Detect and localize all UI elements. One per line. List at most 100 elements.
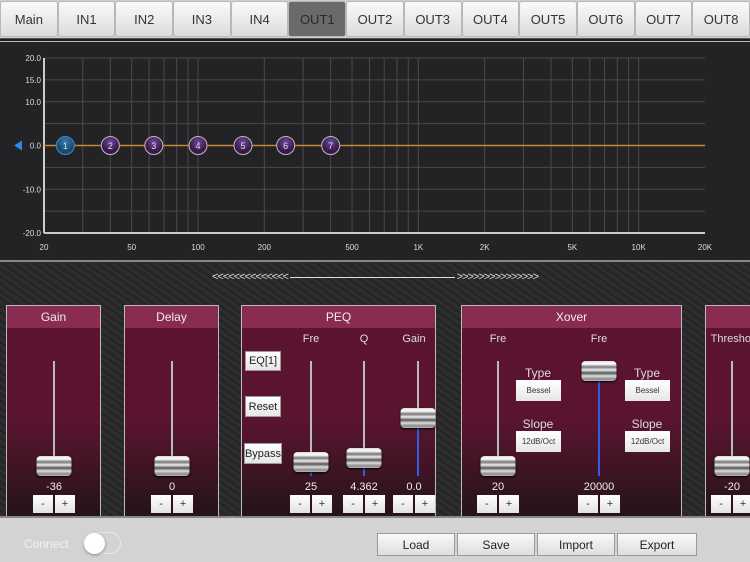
hp-slope-label: Slope bbox=[522, 417, 554, 431]
tab-out6[interactable]: OUT6 bbox=[576, 1, 635, 37]
tab-main[interactable]: Main bbox=[0, 1, 58, 37]
threshold-stepper: - + bbox=[711, 495, 750, 513]
plus-button[interactable]: + bbox=[499, 495, 519, 513]
x-tick-label: 10K bbox=[632, 243, 647, 252]
minus-button[interactable]: - bbox=[290, 495, 310, 513]
x-tick-label: 200 bbox=[258, 243, 272, 252]
bypass-button[interactable]: Bypass bbox=[244, 443, 282, 464]
tab-out8[interactable]: OUT8 bbox=[692, 1, 750, 37]
delay-stepper: - + bbox=[151, 495, 193, 513]
hp-type-select[interactable]: Bessel bbox=[516, 380, 561, 401]
tab-out5[interactable]: OUT5 bbox=[519, 1, 577, 37]
lp-fre-value: 20000 bbox=[583, 481, 615, 493]
gain-stepper: - + bbox=[33, 495, 75, 513]
peq-fre-slider-thumb[interactable] bbox=[293, 452, 329, 472]
gain-marker-icon bbox=[14, 140, 22, 151]
eq-graph-svg[interactable]: 20.0 15.0 10.0 0.0 -10.0 -20.0 20 50 100 200 500 1K… bbox=[0, 42, 750, 262]
minus-button[interactable]: - bbox=[33, 495, 53, 513]
panel-title: Xover bbox=[462, 306, 681, 328]
plus-button[interactable]: + bbox=[312, 495, 332, 513]
delay-slider-thumb[interactable] bbox=[154, 456, 190, 476]
delay-panel: Delay 0 - + bbox=[124, 305, 219, 516]
lp-type-label: Type bbox=[633, 366, 661, 380]
y-tick-label: 0.0 bbox=[30, 142, 42, 151]
eq-node-label: 1 bbox=[63, 141, 68, 151]
plus-button[interactable]: + bbox=[733, 495, 750, 513]
x-tick-label: 20K bbox=[698, 243, 713, 252]
tab-in4[interactable]: IN4 bbox=[230, 1, 289, 37]
peq-gain-stepper: - + bbox=[393, 495, 435, 513]
minus-button[interactable]: - bbox=[343, 495, 363, 513]
plus-button[interactable]: + bbox=[415, 495, 435, 513]
x-tick-label: 2K bbox=[480, 243, 490, 252]
peq-q-value: 4.362 bbox=[350, 481, 378, 493]
save-button[interactable]: Save bbox=[457, 533, 535, 556]
tab-out3[interactable]: OUT3 bbox=[403, 1, 462, 37]
tab-out4[interactable]: OUT4 bbox=[461, 1, 520, 37]
lp-fre-stepper: - + bbox=[578, 495, 620, 513]
minus-button[interactable]: - bbox=[477, 495, 497, 513]
eq-node-label: 6 bbox=[283, 141, 288, 151]
tab-in2[interactable]: IN2 bbox=[115, 1, 174, 37]
limiter-panel: Threshol -20 - + bbox=[705, 305, 750, 516]
panel-title: Delay bbox=[125, 306, 218, 328]
peq-gain-slider-fill bbox=[417, 421, 419, 476]
eq-node-label: 3 bbox=[151, 141, 156, 151]
x-tick-label: 1K bbox=[413, 243, 423, 252]
threshold-label: Threshol bbox=[710, 333, 750, 345]
peq-panel: PEQ EQ[1] Reset Bypass Fre 25 - + Q 4.362… bbox=[241, 305, 436, 516]
channel-tabs: Main IN1 IN2 IN3 IN4 OUT1 OUT2 OUT3 OUT4 OUT5 OUT6… bbox=[0, 0, 750, 38]
lp-type-select[interactable]: Bessel bbox=[625, 380, 670, 401]
eq-node-label: 5 bbox=[240, 141, 245, 151]
peq-q-slider-thumb[interactable] bbox=[346, 448, 382, 468]
eq-node-label: 4 bbox=[195, 141, 200, 151]
reset-button[interactable]: Reset bbox=[245, 396, 281, 417]
minus-button[interactable]: - bbox=[711, 495, 731, 513]
plus-button[interactable]: + bbox=[55, 495, 75, 513]
y-tick-label: 15.0 bbox=[25, 76, 41, 85]
eq-node-label: 2 bbox=[108, 141, 113, 151]
lp-slope-select[interactable]: 12dB/Oct bbox=[625, 431, 670, 452]
toggle-knob bbox=[84, 533, 105, 554]
hp-type-label: Type bbox=[524, 366, 552, 380]
load-button[interactable]: Load bbox=[377, 533, 455, 556]
peq-fre-value: 25 bbox=[304, 481, 318, 493]
hp-fre-slider-thumb[interactable] bbox=[480, 456, 516, 476]
minus-button[interactable]: - bbox=[151, 495, 171, 513]
x-tick-label: 20 bbox=[40, 243, 49, 252]
scroll-line bbox=[289, 276, 455, 278]
xover-panel: Xover Fre 20 - + Type Bessel Slope 12dB/O… bbox=[461, 305, 682, 516]
tab-out2[interactable]: OUT2 bbox=[346, 1, 404, 37]
panel-title: PEQ bbox=[242, 306, 435, 328]
threshold-value: -20 bbox=[724, 481, 740, 493]
export-button[interactable]: Export bbox=[617, 533, 697, 556]
tab-in3[interactable]: IN3 bbox=[173, 1, 231, 37]
peq-gain-label: Gain bbox=[402, 333, 426, 345]
tab-in1[interactable]: IN1 bbox=[57, 1, 116, 37]
threshold-slider-thumb[interactable] bbox=[714, 456, 750, 476]
peq-gain-slider-thumb[interactable] bbox=[400, 408, 436, 428]
hp-fre-stepper: - + bbox=[477, 495, 519, 513]
lp-fre-slider-thumb[interactable] bbox=[581, 361, 617, 381]
tab-out7[interactable]: OUT7 bbox=[634, 1, 693, 37]
peq-fre-stepper: - + bbox=[290, 495, 332, 513]
plus-button[interactable]: + bbox=[173, 495, 193, 513]
bottom-bar: Connect Load Save Import Export bbox=[0, 516, 750, 562]
scroll-indicator[interactable]: <<<<<<<<<<<<<< >>>>>>>>>>>>>>> bbox=[212, 271, 539, 283]
plus-button[interactable]: + bbox=[600, 495, 620, 513]
eq-graph[interactable]: 20.0 15.0 10.0 0.0 -10.0 -20.0 20 50 100 200 500 1K… bbox=[0, 42, 750, 262]
minus-button[interactable]: - bbox=[393, 495, 413, 513]
eq-select-button[interactable]: EQ[1] bbox=[245, 351, 281, 371]
connect-toggle[interactable] bbox=[83, 532, 121, 554]
gain-panel: Gain -36 - + bbox=[6, 305, 101, 516]
gain-slider-thumb[interactable] bbox=[36, 456, 72, 476]
peq-gain-value: 0.0 bbox=[406, 481, 422, 493]
hp-slope-select[interactable]: 12dB/Oct bbox=[516, 431, 561, 452]
minus-button[interactable]: - bbox=[578, 495, 598, 513]
lp-fre-slider-fill bbox=[598, 376, 600, 476]
x-tick-label: 50 bbox=[127, 243, 136, 252]
tab-out1[interactable]: OUT1 bbox=[288, 1, 347, 37]
import-button[interactable]: Import bbox=[537, 533, 615, 556]
gain-value: -36 bbox=[46, 481, 62, 493]
plus-button[interactable]: + bbox=[365, 495, 385, 513]
